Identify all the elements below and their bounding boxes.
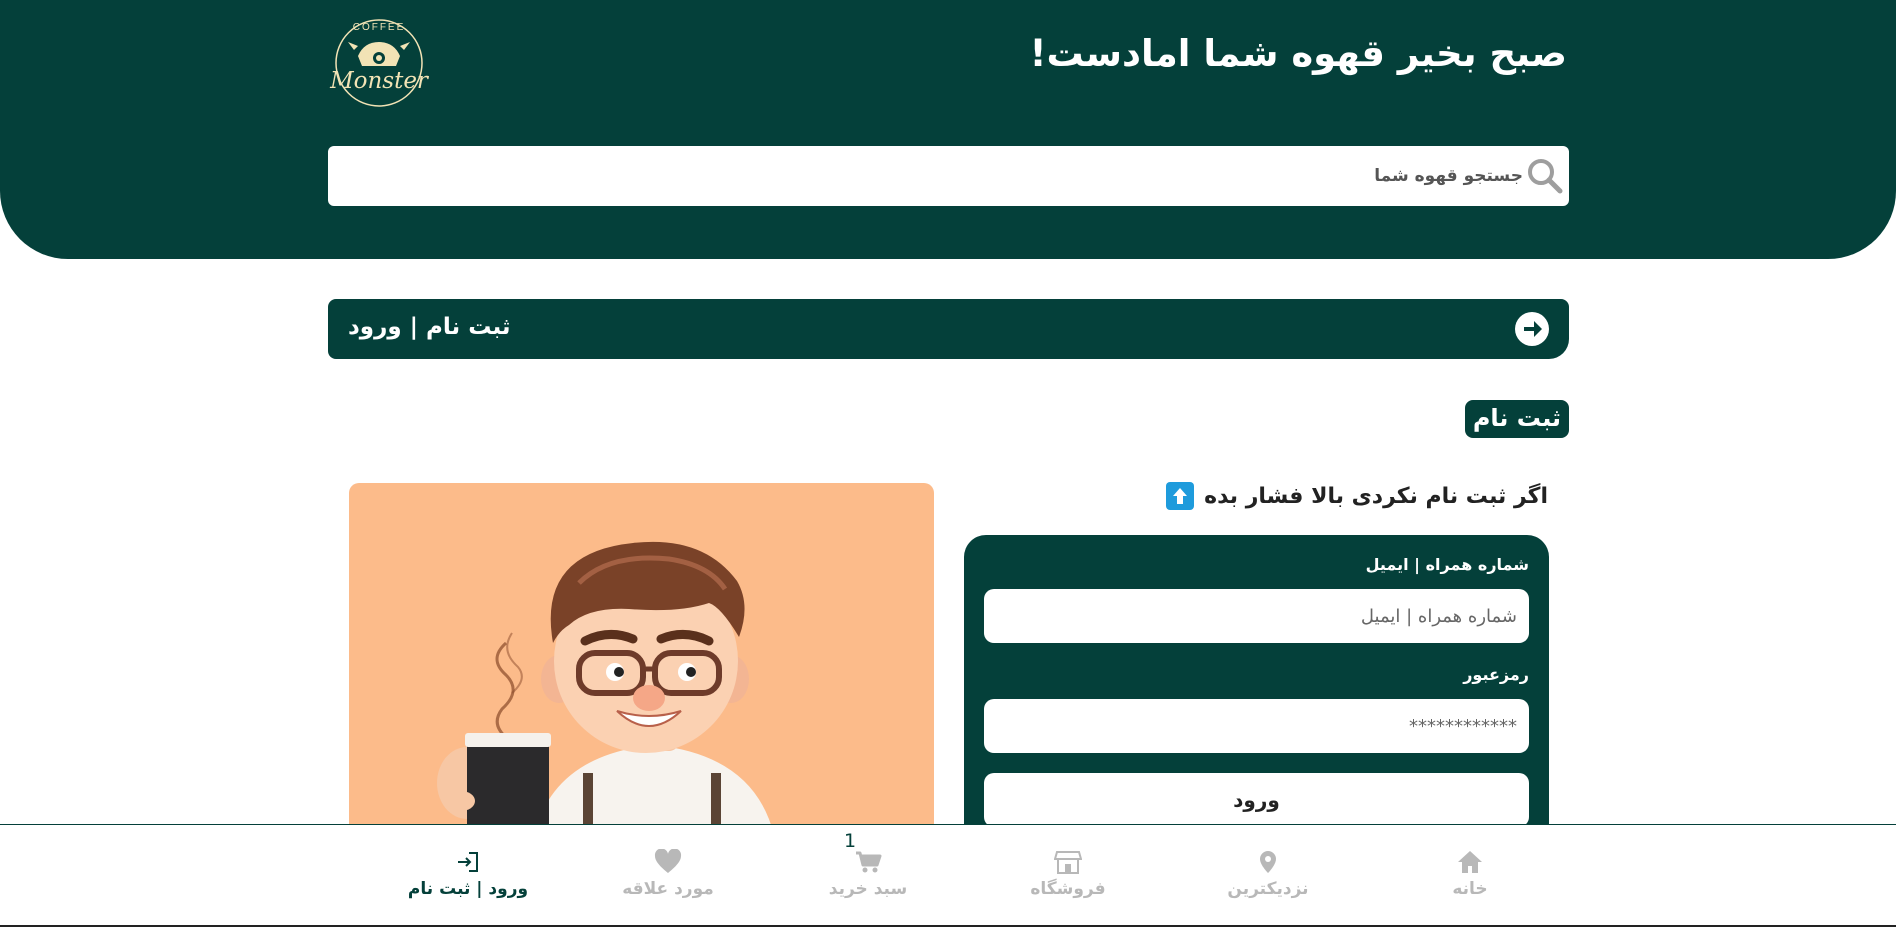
auth-banner[interactable]: ثبت نام | ورود bbox=[328, 299, 1569, 359]
nav-item-cart[interactable]: سبد خرید bbox=[798, 849, 938, 899]
nav-item-home[interactable]: خانه bbox=[1400, 849, 1540, 899]
username-label: شماره همراه | ایمیل bbox=[1365, 555, 1529, 574]
barista-illustration bbox=[349, 483, 934, 835]
login-icon bbox=[458, 852, 478, 872]
nav-label-login: ورود | ثبت نام bbox=[407, 879, 529, 899]
hint-text: اگر ثبت نام نکردی بالا فشار بده bbox=[1204, 483, 1548, 509]
search-input[interactable] bbox=[353, 156, 1523, 196]
logo-text-coffee: COFFEE bbox=[352, 22, 406, 33]
nav-label-store: فروشگاه bbox=[1030, 879, 1106, 899]
auth-banner-title: ثبت نام | ورود bbox=[348, 314, 511, 340]
nav-label-nearest: نزدیکترین bbox=[1227, 879, 1309, 899]
nav-label-cart: سبد خرید bbox=[828, 879, 908, 899]
login-form: شماره همراه | ایمیل رمزعبور ورود bbox=[964, 535, 1549, 835]
arrow-up-icon bbox=[1166, 482, 1195, 510]
search-icon[interactable] bbox=[1525, 156, 1565, 196]
nav-label-favorites: مورد علاقه bbox=[622, 879, 714, 899]
arrow-right-circle-icon[interactable] bbox=[1515, 312, 1549, 346]
logo-text-monster: Monster bbox=[330, 68, 428, 94]
nav-label-home: خانه bbox=[1452, 879, 1488, 899]
map-pin-icon bbox=[1260, 851, 1276, 873]
nav-item-favorites[interactable]: مورد علاقه bbox=[598, 849, 738, 899]
password-field[interactable] bbox=[984, 699, 1529, 753]
password-label: رمزعبور bbox=[1463, 665, 1529, 684]
cart-icon bbox=[856, 851, 882, 873]
nav-item-nearest[interactable]: نزدیکترین bbox=[1198, 849, 1338, 899]
home-icon bbox=[1458, 851, 1482, 873]
section-badge: ثبت نام bbox=[1464, 400, 1569, 438]
username-field[interactable] bbox=[984, 589, 1529, 643]
search-bar[interactable] bbox=[328, 146, 1569, 206]
store-icon bbox=[1054, 851, 1082, 874]
signup-hint: اگر ثبت نام نکردی بالا فشار بده bbox=[1166, 482, 1548, 510]
nav-item-login[interactable]: ورود | ثبت نام bbox=[398, 849, 538, 899]
heart-icon bbox=[654, 849, 682, 873]
login-button[interactable]: ورود bbox=[984, 773, 1529, 827]
bottom-navigation: 1 خانه نزدیکترین فروشگاه سبد خرید مورد ع… bbox=[0, 824, 1896, 927]
barista-character-image bbox=[437, 541, 774, 835]
nav-item-store[interactable]: فروشگاه bbox=[998, 849, 1138, 899]
header-banner: صبح بخیر قهوه شما امادست! COFFEE Monster bbox=[0, 0, 1896, 259]
brand-logo[interactable]: COFFEE Monster bbox=[328, 18, 430, 108]
page-title: صبح بخیر قهوه شما امادست! bbox=[1029, 32, 1567, 75]
